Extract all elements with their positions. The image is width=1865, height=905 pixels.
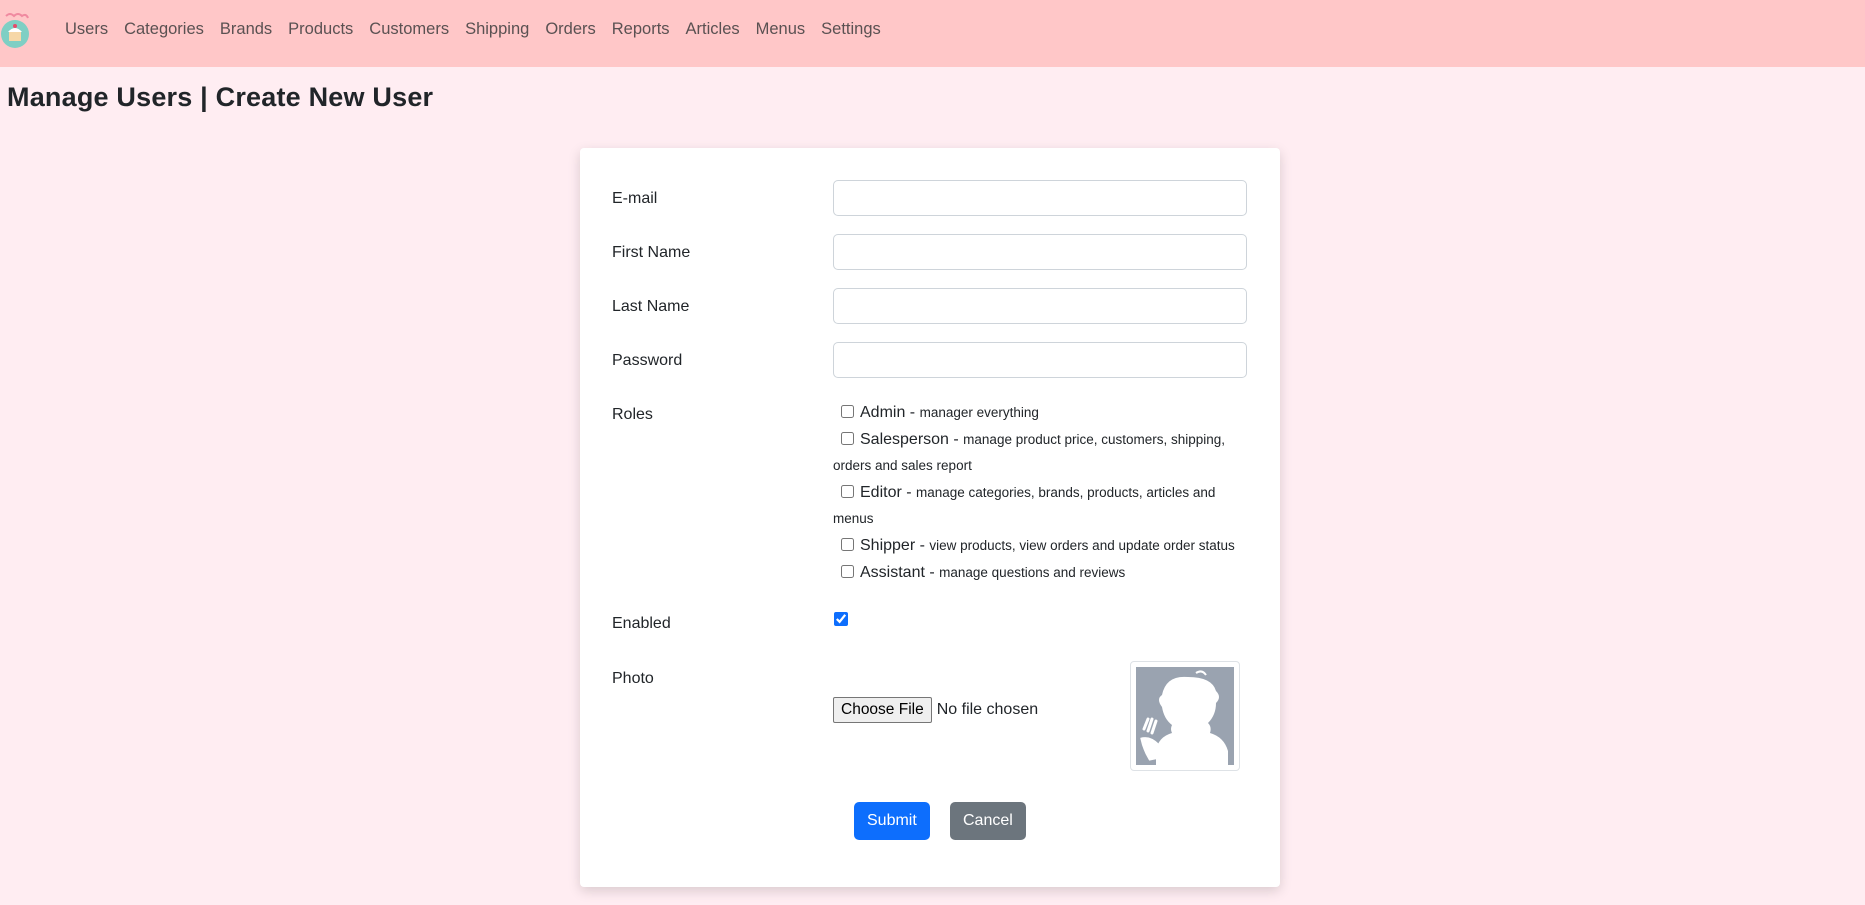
role-option-assistant: Assistant - manage questions and reviews (833, 560, 1253, 586)
create-user-form: E-mail First Name Last Name Password Rol… (580, 148, 1280, 887)
role-checkbox-salesperson[interactable] (841, 432, 854, 445)
top-navbar: Users Categories Brands Products Customers Sh… (0, 0, 1865, 67)
first-name-field[interactable] (833, 234, 1247, 270)
last-name-label: Last Name (612, 298, 690, 315)
nav-link-orders[interactable]: Orders (537, 20, 603, 39)
role-separator: - (948, 431, 964, 448)
email-field[interactable] (833, 180, 1247, 216)
role-option-admin: Admin - manager everything (833, 400, 1253, 426)
first-name-label: First Name (612, 244, 691, 261)
role-checkbox-admin[interactable] (841, 405, 854, 418)
nav-link-reports[interactable]: Reports (604, 20, 678, 39)
role-checkbox-editor[interactable] (841, 485, 854, 498)
last-name-field[interactable] (833, 288, 1247, 324)
password-field[interactable] (833, 342, 1247, 378)
cancel-button[interactable]: Cancel (950, 802, 1026, 840)
photo-thumbnail (1130, 661, 1240, 771)
page-title: Manage Users | Create New User (7, 82, 434, 112)
nav-link-products[interactable]: Products (280, 20, 361, 39)
role-option-salesperson: Salesperson - manage product price, cust… (833, 427, 1253, 479)
choose-file-button[interactable]: Choose File (833, 697, 932, 723)
role-separator: - (924, 564, 940, 581)
role-name: Editor (860, 484, 902, 501)
roles-list: Admin - manager everything Salesperson - … (833, 400, 1253, 587)
role-checkbox-shipper[interactable] (841, 538, 854, 551)
role-name: Admin (860, 404, 906, 421)
nav-link-menus[interactable]: Menus (748, 20, 814, 39)
email-label: E-mail (612, 190, 658, 207)
photo-file-input: Choose File No file chosen (833, 697, 1038, 723)
nav-link-users[interactable]: Users (57, 20, 116, 39)
role-separator: - (901, 484, 917, 501)
nav-link-shipping[interactable]: Shipping (457, 20, 537, 39)
role-name: Assistant (860, 564, 925, 581)
enabled-label: Enabled (612, 615, 671, 632)
role-description: view products, view orders and update or… (929, 538, 1235, 553)
file-status-text: No file chosen (936, 701, 1039, 718)
nav-links: Users Categories Brands Products Customers Sh… (57, 0, 889, 58)
roles-label: Roles (612, 406, 653, 423)
password-label: Password (612, 352, 683, 369)
role-separator: - (915, 537, 930, 554)
role-description: manage questions and reviews (939, 565, 1126, 580)
role-option-editor: Editor - manage categories, brands, prod… (833, 480, 1253, 532)
cupcake-logo-icon[interactable] (0, 12, 34, 50)
photo-label: Photo (612, 670, 654, 687)
nav-link-categories[interactable]: Categories (116, 20, 212, 39)
role-name: Salesperson (860, 431, 949, 448)
role-option-shipper: Shipper - view products, view orders and… (833, 533, 1253, 559)
enabled-checkbox[interactable] (834, 612, 848, 626)
role-checkbox-assistant[interactable] (841, 565, 854, 578)
role-name: Shipper (860, 537, 916, 554)
role-separator: - (905, 404, 920, 421)
default-user-silhouette-icon (1136, 667, 1234, 765)
nav-link-brands[interactable]: Brands (212, 20, 280, 39)
submit-button[interactable]: Submit (854, 802, 930, 840)
nav-link-customers[interactable]: Customers (361, 20, 457, 39)
nav-link-articles[interactable]: Articles (678, 20, 748, 39)
nav-link-settings[interactable]: Settings (813, 20, 889, 39)
role-description: manager everything (919, 405, 1039, 420)
